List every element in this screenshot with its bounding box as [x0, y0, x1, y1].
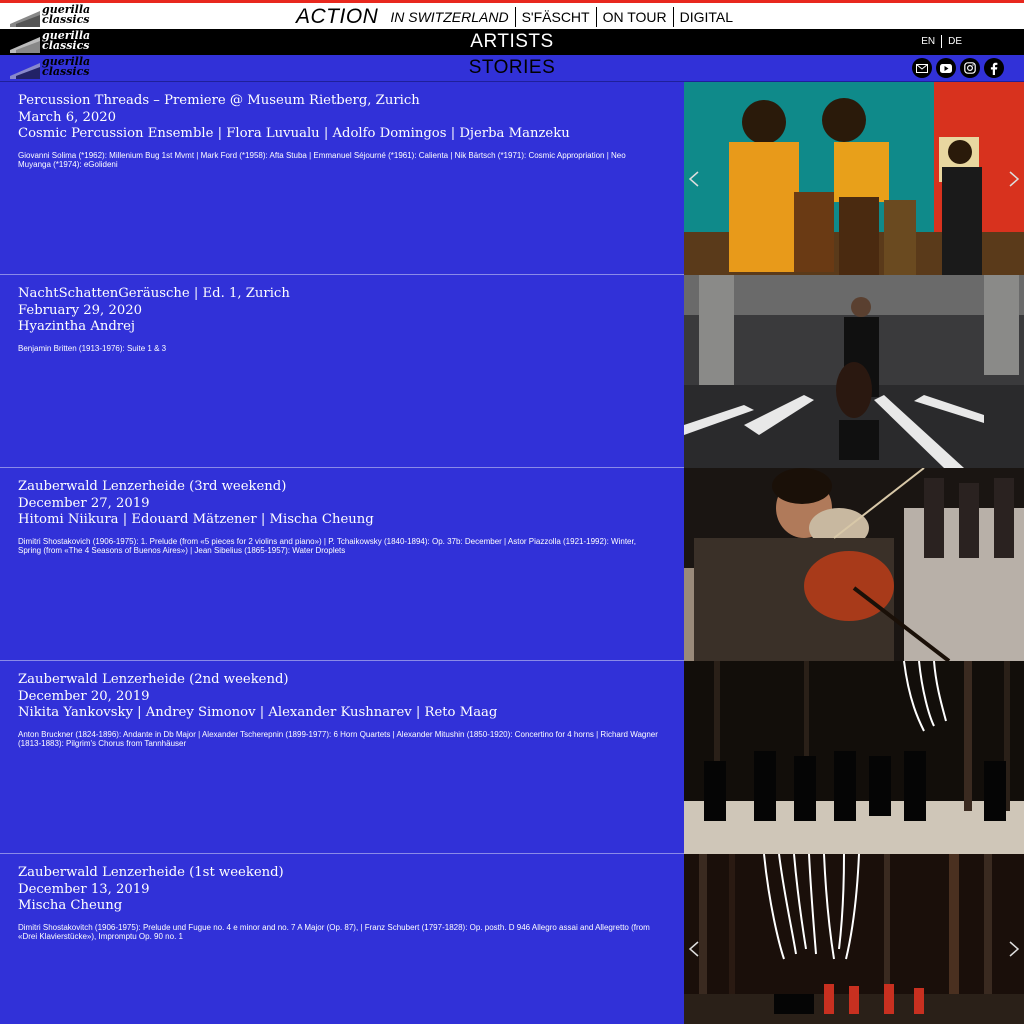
artists-bar: guerilla classics ARTISTS EN DE — [0, 29, 1024, 55]
story-date: March 6, 2020 — [18, 109, 117, 125]
artists-link[interactable]: ARTISTS — [0, 31, 1024, 53]
story-text: Zauberwald Lenzerheide (1st weekend) Dec… — [18, 865, 658, 942]
lang-en[interactable]: EN — [915, 36, 941, 48]
story-program: Benjamin Britten (1913-1976): Suite 1 & … — [18, 343, 167, 353]
stories-link[interactable]: STORIES — [0, 57, 1024, 79]
story-photo-percussion[interactable] — [684, 82, 1024, 275]
story-artists: Hitomi Niikura | Edouard Mätzener | Misc… — [18, 512, 374, 527]
stories-bar: guerilla classics STORIES — [0, 55, 1024, 82]
story-artists: Nikita Yankovsky | Andrey Simonov | Alex… — [18, 705, 498, 720]
nav-in-switzerland[interactable]: IN SWITZERLAND — [390, 7, 514, 27]
story-title[interactable]: NachtSchattenGeräusche | Ed. 1, Zurich — [18, 286, 658, 303]
story-artists: Cosmic Percussion Ensemble | Flora Luvua… — [18, 126, 570, 141]
action-bar: guerilla classics ACTION IN SWITZERLAND S… — [0, 3, 1024, 29]
story-date: February 29, 2020 — [18, 302, 143, 318]
story-text: Zauberwald Lenzerheide (3rd weekend) Dec… — [18, 479, 658, 556]
story-photo-violin[interactable] — [684, 468, 1024, 661]
story-card[interactable]: Zauberwald Lenzerheide (3rd weekend) Dec… — [0, 468, 1024, 661]
story-photo-cello[interactable] — [684, 275, 1024, 468]
story-text: NachtSchattenGeräusche | Ed. 1, Zurich F… — [18, 286, 658, 353]
social-links — [912, 58, 1004, 78]
story-photo-forest-piano[interactable] — [684, 854, 1024, 1024]
story-photo-forest-horns[interactable] — [684, 661, 1024, 854]
facebook-icon[interactable] — [984, 58, 1004, 78]
logo-text: guerilla classics — [42, 3, 91, 26]
language-switcher: EN DE — [915, 35, 968, 48]
story-card[interactable]: Zauberwald Lenzerheide (2nd weekend) Dec… — [0, 661, 1024, 854]
logo[interactable]: guerilla classics — [10, 4, 90, 27]
story-program: Dimitri Shostakovich (1906-1975): 1. Pre… — [18, 536, 636, 556]
nav-digital[interactable]: DIGITAL — [672, 7, 739, 27]
story-program: Giovanni Solima (*1962): Millenium Bug 1… — [18, 150, 626, 170]
story-text: Percussion Threads – Premiere @ Museum R… — [18, 93, 658, 170]
story-card[interactable]: Zauberwald Lenzerheide (1st weekend) Dec… — [0, 854, 1024, 1024]
story-title[interactable]: Zauberwald Lenzerheide (1st weekend) — [18, 865, 658, 882]
youtube-icon[interactable] — [936, 58, 956, 78]
nav-on-tour[interactable]: ON TOUR — [595, 7, 673, 27]
action-nav: ACTION IN SWITZERLAND S'FÄSCHT ON TOUR D… — [296, 5, 739, 29]
story-text: Zauberwald Lenzerheide (2nd weekend) Dec… — [18, 672, 658, 749]
story-date: December 27, 2019 — [18, 495, 150, 511]
story-card[interactable]: Percussion Threads – Premiere @ Museum R… — [0, 82, 1024, 275]
instagram-icon[interactable] — [960, 58, 980, 78]
nav-sfaescht[interactable]: S'FÄSCHT — [514, 7, 596, 27]
story-artists: Hyazintha Andrej — [18, 319, 135, 334]
story-artists: Mischa Cheung — [18, 898, 123, 913]
story-date: December 13, 2019 — [18, 881, 150, 897]
story-title[interactable]: Zauberwald Lenzerheide (3rd weekend) — [18, 479, 658, 496]
story-title[interactable]: Percussion Threads – Premiere @ Museum R… — [18, 93, 658, 110]
story-card[interactable]: NachtSchattenGeräusche | Ed. 1, Zurich F… — [0, 275, 1024, 468]
story-program: Dimitri Shostakovitch (1906-1975): Prelu… — [18, 922, 650, 942]
story-program: Anton Bruckner (1824-1896): Andante in D… — [18, 729, 658, 749]
story-date: December 20, 2019 — [18, 688, 150, 704]
mail-icon[interactable] — [912, 58, 932, 78]
nav-action-label[interactable]: ACTION — [296, 5, 378, 29]
lang-de[interactable]: DE — [942, 36, 968, 48]
story-title[interactable]: Zauberwald Lenzerheide (2nd weekend) — [18, 672, 658, 689]
